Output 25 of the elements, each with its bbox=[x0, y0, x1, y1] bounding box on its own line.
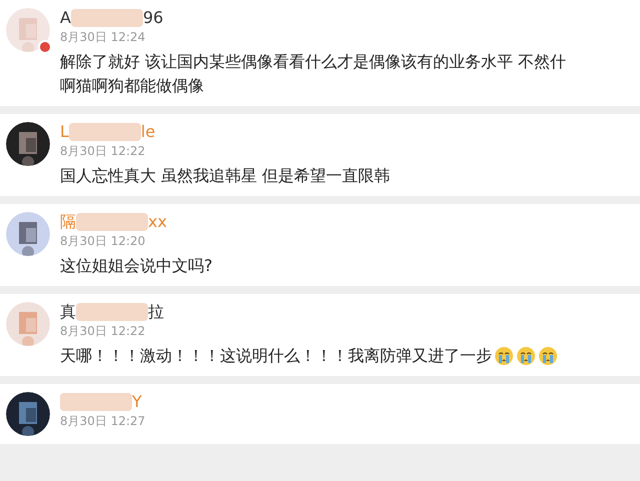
comment-text: 解除了就好 该让国内某些偶像看看什么才是偶像该有的业务水平 不然什 bbox=[60, 51, 566, 73]
blur-patch bbox=[76, 303, 148, 321]
user-name[interactable]: 真 bbox=[60, 300, 76, 324]
comment-time: 8月30日 12:20 bbox=[60, 233, 146, 250]
comment-text: 啊猫啊狗都能做偶像 bbox=[60, 75, 204, 97]
comment-time: 8月30日 12:24 bbox=[60, 29, 146, 46]
user-name[interactable]: Y bbox=[132, 390, 142, 414]
blur-patch bbox=[76, 213, 148, 231]
comment-time: 8月30日 12:22 bbox=[60, 323, 146, 340]
crying-face-icon bbox=[516, 346, 536, 366]
comment-text: 天哪！！！激动！！！这说明什么！！！我离防弹又进了一步 bbox=[60, 345, 492, 367]
comment-time: 8月30日 12:22 bbox=[60, 143, 146, 160]
user-name[interactable]: A bbox=[60, 6, 71, 30]
user-name[interactable]: xx bbox=[148, 210, 167, 234]
comment-time: 8月30日 12:27 bbox=[60, 413, 146, 430]
blur-patch bbox=[60, 393, 132, 411]
crying-face-icon bbox=[494, 346, 514, 366]
user-name[interactable]: 96 bbox=[142, 6, 164, 30]
user-name[interactable]: L bbox=[60, 120, 69, 144]
comment-text: 国人忘性真大 虽然我追韩星 但是希望一直限韩 bbox=[60, 165, 390, 187]
crying-face-icon bbox=[538, 346, 558, 366]
comment-text: 这位姐姐会说中文吗? bbox=[60, 255, 212, 277]
user-name[interactable]: 隔 bbox=[60, 210, 76, 234]
user-name[interactable]: 拉 bbox=[148, 300, 164, 324]
user-name[interactable]: le bbox=[140, 120, 156, 144]
